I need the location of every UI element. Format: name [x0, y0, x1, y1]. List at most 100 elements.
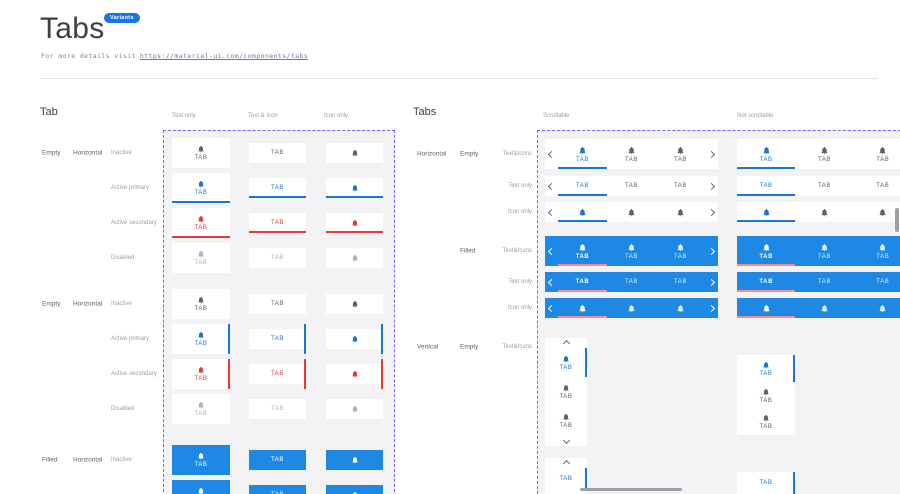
tab[interactable]: TAB — [656, 272, 705, 292]
scroll-down-button[interactable] — [545, 435, 587, 445]
tab[interactable]: TAB — [172, 208, 230, 238]
tab[interactable]: TAB — [795, 139, 853, 169]
tab[interactable]: TAB — [249, 178, 306, 198]
tab[interactable] — [656, 298, 705, 318]
tab[interactable]: TAB — [737, 139, 795, 169]
tab[interactable] — [737, 202, 795, 222]
tab[interactable]: TAB — [795, 176, 853, 196]
scroll-left-button[interactable] — [545, 139, 558, 169]
active-indicator — [304, 359, 306, 389]
tab[interactable]: TAB — [737, 272, 795, 292]
tab[interactable] — [326, 143, 383, 163]
tab[interactable]: TAB — [558, 272, 607, 292]
tab[interactable]: TAB — [172, 289, 230, 319]
tab[interactable] — [795, 202, 853, 222]
tab[interactable]: TAB — [172, 480, 230, 494]
horizontal-scrollbar[interactable] — [580, 488, 682, 491]
tab[interactable]: TAB — [558, 176, 607, 196]
tab[interactable]: TAB — [656, 176, 705, 196]
active-indicator — [558, 194, 607, 196]
tab[interactable]: TAB — [172, 243, 230, 273]
tab[interactable]: TAB — [172, 138, 230, 168]
tab[interactable]: TAB — [249, 248, 306, 268]
tab[interactable]: TAB — [656, 236, 705, 266]
active-indicator — [558, 290, 607, 292]
tab[interactable] — [558, 202, 607, 222]
tab[interactable] — [326, 248, 383, 268]
tab[interactable]: TAB — [172, 359, 230, 389]
bell-icon — [762, 243, 771, 252]
tab[interactable]: TAB — [172, 324, 230, 354]
tab[interactable]: TAB — [249, 213, 306, 233]
scroll-right-button[interactable] — [705, 272, 718, 292]
vertical-scrollbar[interactable] — [895, 208, 899, 232]
tab[interactable] — [326, 329, 383, 349]
tab[interactable] — [854, 202, 900, 222]
tab[interactable]: TAB — [249, 399, 306, 419]
tab[interactable] — [326, 450, 383, 470]
tab[interactable]: TAB — [607, 236, 656, 266]
tab[interactable] — [854, 298, 900, 318]
tab[interactable]: TAB — [249, 143, 306, 163]
tab[interactable] — [326, 485, 383, 494]
tab[interactable]: TAB — [545, 468, 587, 490]
tab[interactable]: TAB — [737, 409, 795, 435]
tab[interactable]: TAB — [249, 364, 306, 384]
tab[interactable] — [326, 178, 383, 198]
tab[interactable] — [737, 298, 795, 318]
tab[interactable]: TAB — [737, 236, 795, 266]
tab[interactable] — [607, 298, 656, 318]
tab[interactable]: TAB — [172, 173, 230, 203]
tab[interactable]: TAB — [249, 294, 306, 314]
scroll-right-button[interactable] — [705, 202, 718, 222]
tab[interactable]: TAB — [607, 272, 656, 292]
scroll-left-button[interactable] — [545, 202, 558, 222]
scroll-right-button[interactable] — [705, 236, 718, 266]
scroll-right-button[interactable] — [705, 139, 718, 169]
tab[interactable]: TAB — [795, 272, 853, 292]
tab[interactable]: TAB — [558, 236, 607, 266]
tab[interactable]: TAB — [249, 485, 306, 494]
scroll-left-button[interactable] — [545, 298, 558, 318]
tab[interactable] — [326, 213, 383, 233]
tab[interactable]: TAB — [545, 348, 587, 377]
tab[interactable]: TAB — [737, 176, 795, 196]
tab[interactable]: TAB — [607, 139, 656, 169]
scroll-right-button[interactable] — [705, 176, 718, 196]
scroll-right-button[interactable] — [705, 298, 718, 318]
tab[interactable] — [656, 202, 705, 222]
tab[interactable]: TAB — [854, 139, 900, 169]
scroll-left-button[interactable] — [545, 236, 558, 266]
tab[interactable]: TAB — [737, 382, 795, 409]
tab[interactable]: TAB — [172, 394, 230, 424]
tab[interactable]: TAB — [854, 176, 900, 196]
scroll-up-button[interactable] — [545, 458, 587, 468]
tab[interactable]: TAB — [795, 236, 853, 266]
scroll-left-button[interactable] — [545, 272, 558, 292]
tab[interactable] — [558, 298, 607, 318]
tab[interactable]: TAB — [545, 377, 587, 406]
scroll-left-button[interactable] — [545, 176, 558, 196]
tab[interactable] — [326, 364, 383, 384]
tab[interactable] — [326, 399, 383, 419]
tab[interactable]: TAB — [558, 139, 607, 169]
subtitle-link[interactable]: https://material-ui.com/components/tabs — [140, 52, 308, 60]
tab[interactable]: TAB — [854, 236, 900, 266]
tab[interactable]: TAB — [656, 139, 705, 169]
tab-label: TAB — [271, 255, 284, 261]
tab[interactable]: TAB — [607, 176, 656, 196]
tab[interactable] — [326, 294, 383, 314]
tab[interactable]: TAB — [249, 329, 306, 349]
group-orientation-label: Vertical — [417, 344, 438, 351]
tab[interactable]: TAB — [172, 445, 230, 475]
tab[interactable] — [607, 202, 656, 222]
active-indicator — [228, 324, 230, 354]
tab[interactable]: TAB — [249, 450, 306, 470]
tab[interactable]: TAB — [737, 355, 795, 382]
scroll-up-button[interactable] — [545, 338, 587, 348]
bell-icon — [762, 414, 770, 422]
tab[interactable]: TAB — [545, 406, 587, 435]
tab[interactable]: TAB — [737, 472, 795, 494]
tab[interactable] — [795, 298, 853, 318]
tab[interactable]: TAB — [854, 272, 900, 292]
